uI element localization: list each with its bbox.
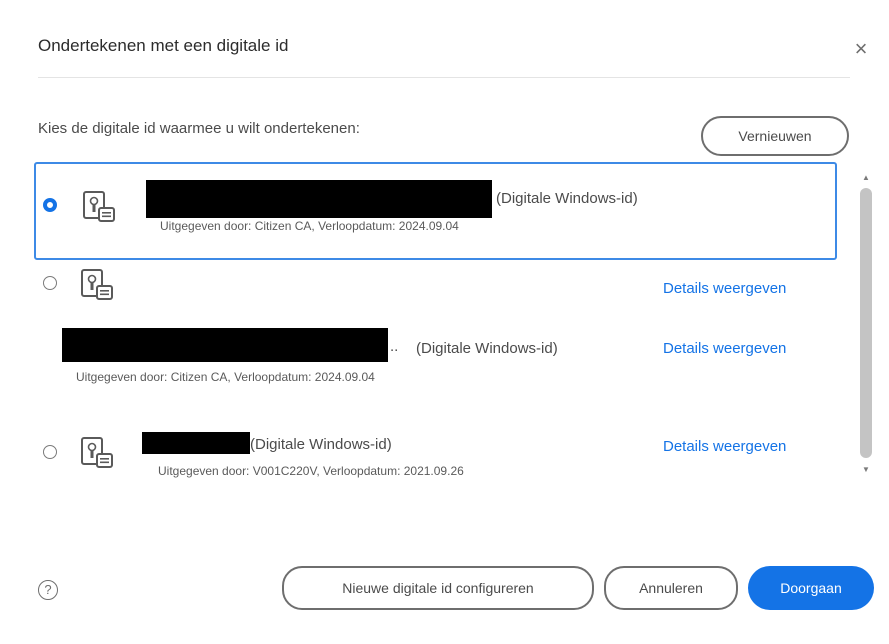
certificate-id-icon <box>81 437 113 468</box>
id-type-label: (Digitale Windows-id) <box>250 436 392 453</box>
certificate-id-icon <box>83 191 115 222</box>
digital-id-list: (Digitale Windows-id) Uitgegeven door: C… <box>34 162 879 492</box>
list-scrollbar[interactable]: ▲ ▼ <box>858 172 874 482</box>
choose-id-prompt: Kies de digitale id waarmee u wilt onder… <box>38 120 360 137</box>
details-link[interactable]: Details weergeven <box>663 438 786 455</box>
configure-new-id-button[interactable]: Nieuwe digitale id configureren <box>282 566 594 610</box>
title-divider <box>38 77 850 78</box>
digital-id-item[interactable]: Details weergeven .. (Digitale Windows-i… <box>34 262 837 392</box>
digital-id-item[interactable]: (Digitale Windows-id) Uitgegeven door: C… <box>34 162 837 260</box>
sign-with-digital-id-dialog: Ondertekenen met een digitale id × Kies … <box>0 0 889 644</box>
issuer-line: Uitgegeven door: Citizen CA, Verloopdatu… <box>76 370 375 384</box>
redacted-name <box>142 432 250 454</box>
scroll-down-icon[interactable]: ▼ <box>858 464 874 476</box>
scroll-thumb[interactable] <box>860 188 872 458</box>
redacted-name <box>62 328 388 362</box>
cancel-button[interactable]: Annuleren <box>604 566 738 610</box>
details-link[interactable]: Details weergeven <box>663 340 786 357</box>
certificate-id-icon <box>81 269 113 300</box>
radio-unselected[interactable] <box>43 276 57 290</box>
digital-id-item[interactable]: (Digitale Windows-id) Details weergeven … <box>34 416 837 486</box>
issuer-line: Uitgegeven door: V001C220V, Verloopdatum… <box>158 464 464 478</box>
details-link[interactable]: Details weergeven <box>663 280 786 297</box>
radio-selected[interactable] <box>43 198 57 212</box>
refresh-button[interactable]: Vernieuwen <box>701 116 849 156</box>
scroll-up-icon[interactable]: ▲ <box>858 172 874 184</box>
close-icon[interactable]: × <box>848 36 874 62</box>
radio-unselected[interactable] <box>43 445 57 459</box>
continue-button[interactable]: Doorgaan <box>748 566 874 610</box>
dialog-title: Ondertekenen met een digitale id <box>38 36 289 55</box>
help-icon[interactable]: ? <box>38 580 58 600</box>
redacted-name <box>146 180 492 218</box>
issuer-line: Uitgegeven door: Citizen CA, Verloopdatu… <box>160 219 459 233</box>
truncation-dots: .. <box>390 338 399 355</box>
id-type-label: (Digitale Windows-id) <box>496 190 638 207</box>
id-type-label: (Digitale Windows-id) <box>416 340 558 357</box>
